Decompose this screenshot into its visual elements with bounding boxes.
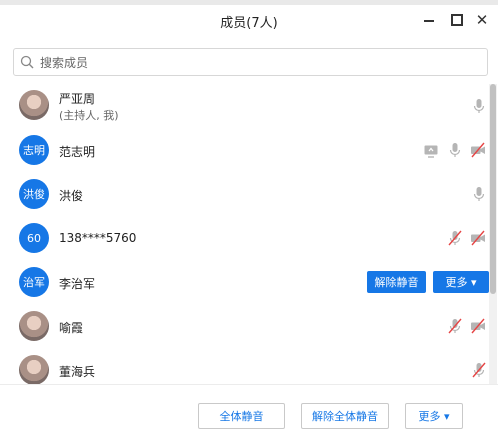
maximize-button[interactable]: [447, 11, 465, 29]
more-button[interactable]: 更多 ▾: [433, 271, 489, 293]
member-row[interactable]: 洪俊 洪俊: [0, 172, 489, 216]
scrollbar[interactable]: [489, 84, 497, 384]
avatar: 60: [19, 223, 49, 253]
search-input[interactable]: [38, 52, 482, 74]
unmute-all-button[interactable]: 解除全体静音: [301, 403, 389, 429]
member-row[interactable]: 喻霞: [0, 304, 489, 348]
member-row[interactable]: 严亚周 (主持人, 我): [0, 84, 489, 128]
member-row[interactable]: 60 138****5760: [0, 216, 489, 260]
search-icon: [20, 55, 34, 69]
member-name: 严亚周: [59, 92, 96, 106]
avatar: [19, 355, 49, 384]
avatar: 治军: [19, 267, 49, 297]
mic-muted-icon[interactable]: [471, 362, 487, 378]
footer-divider: [0, 384, 498, 385]
member-row[interactable]: 治军 李治军 解除静音 更多 ▾: [0, 260, 489, 304]
footer-more-button[interactable]: 更多 ▾: [405, 403, 463, 429]
member-row[interactable]: 董海兵: [0, 348, 489, 384]
avatar: 志明: [19, 135, 49, 165]
camera-off-icon[interactable]: [470, 142, 486, 158]
mic-muted-icon[interactable]: [447, 318, 463, 334]
mic-icon[interactable]: [471, 98, 487, 114]
mic-icon[interactable]: [447, 142, 463, 158]
avatar: [19, 311, 49, 341]
member-name: 138****5760: [59, 231, 137, 245]
camera-off-icon[interactable]: [470, 318, 486, 334]
member-row[interactable]: 志明 范志明: [0, 128, 489, 172]
member-list[interactable]: 严亚周 (主持人, 我) 志明 范志明 洪俊 洪俊 60 138****5760…: [0, 84, 489, 384]
screen-share-icon[interactable]: [423, 143, 439, 159]
member-name: 洪俊: [59, 189, 84, 203]
mute-all-button[interactable]: 全体静音: [198, 403, 285, 429]
avatar: [19, 90, 49, 120]
unmute-button[interactable]: 解除静音: [367, 271, 426, 293]
mic-muted-icon[interactable]: [447, 230, 463, 246]
minimize-button[interactable]: [421, 11, 439, 29]
mic-icon[interactable]: [471, 186, 487, 202]
member-name: 李治军: [59, 277, 96, 291]
search-box[interactable]: [13, 48, 488, 76]
camera-off-icon[interactable]: [470, 230, 486, 246]
member-name: 喻霞: [59, 321, 84, 335]
member-role: (主持人, 我): [59, 109, 119, 122]
close-button[interactable]: ✕: [473, 11, 491, 29]
member-name: 范志明: [59, 145, 96, 159]
title-bar: 成员(7人) ✕: [0, 5, 498, 35]
avatar: 洪俊: [19, 179, 49, 209]
member-name: 董海兵: [59, 365, 96, 379]
scrollbar-thumb[interactable]: [490, 84, 496, 294]
